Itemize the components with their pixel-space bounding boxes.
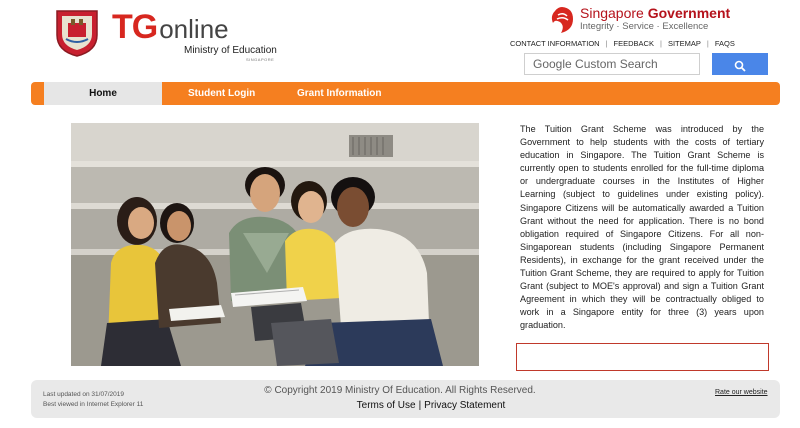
highlight-annotation-box bbox=[516, 343, 769, 371]
privacy-statement-link[interactable]: Privacy Statement bbox=[424, 400, 505, 411]
moe-crest-logo bbox=[56, 10, 98, 57]
tg-online-logo[interactable]: TGonline bbox=[112, 8, 229, 47]
link-separator: | bbox=[605, 39, 608, 48]
ministry-subtitle: SINGAPORE bbox=[246, 57, 275, 62]
link-separator: | bbox=[706, 39, 709, 48]
nav-grant-information[interactable]: Grant Information bbox=[297, 82, 381, 105]
students-photo bbox=[71, 123, 479, 366]
search-button[interactable] bbox=[712, 53, 768, 75]
gov-title-bold: Government bbox=[647, 5, 731, 21]
nav-home[interactable]: Home bbox=[44, 82, 162, 105]
search-input[interactable] bbox=[524, 53, 700, 75]
gov-title-regular: Singapore bbox=[580, 5, 648, 21]
logo-tg-text: TG bbox=[112, 8, 158, 46]
sitemap-link[interactable]: SITEMAP bbox=[668, 39, 701, 48]
copyright-text: © Copyright 2019 Ministry Of Education. … bbox=[264, 385, 536, 396]
ministry-name: Ministry of Education bbox=[184, 45, 277, 56]
terms-of-use-link[interactable]: Terms of Use bbox=[357, 400, 416, 411]
highlighted-text: work in a Singapore entity for three (3)… bbox=[520, 307, 764, 331]
feedback-link[interactable]: FEEDBACK bbox=[614, 39, 654, 48]
singapore-government-title[interactable]: Singapore Government bbox=[580, 5, 730, 21]
government-motto: Integrity · Service · Excellence bbox=[580, 21, 709, 32]
faqs-link[interactable]: FAQS bbox=[715, 39, 735, 48]
intro-text: The Tuition Grant Scheme was introduced … bbox=[520, 124, 764, 305]
link-separator: | bbox=[659, 39, 662, 48]
contact-information-link[interactable]: CONTACT INFORMATION bbox=[510, 39, 600, 48]
singapore-lion-icon bbox=[551, 7, 573, 33]
tuition-grant-description: The Tuition Grant Scheme was introduced … bbox=[520, 123, 764, 333]
rate-our-website-link[interactable]: Rate our website bbox=[715, 389, 768, 396]
top-links: CONTACT INFORMATION | FEEDBACK | SITEMAP | FAQ… bbox=[510, 39, 735, 48]
footer-links: Terms of Use | Privacy Statement bbox=[0, 400, 800, 411]
nav-student-login[interactable]: Student Login bbox=[188, 82, 255, 105]
logo-online-text: online bbox=[159, 14, 229, 44]
search-icon bbox=[734, 60, 746, 72]
footer-link-separator: | bbox=[418, 400, 422, 411]
